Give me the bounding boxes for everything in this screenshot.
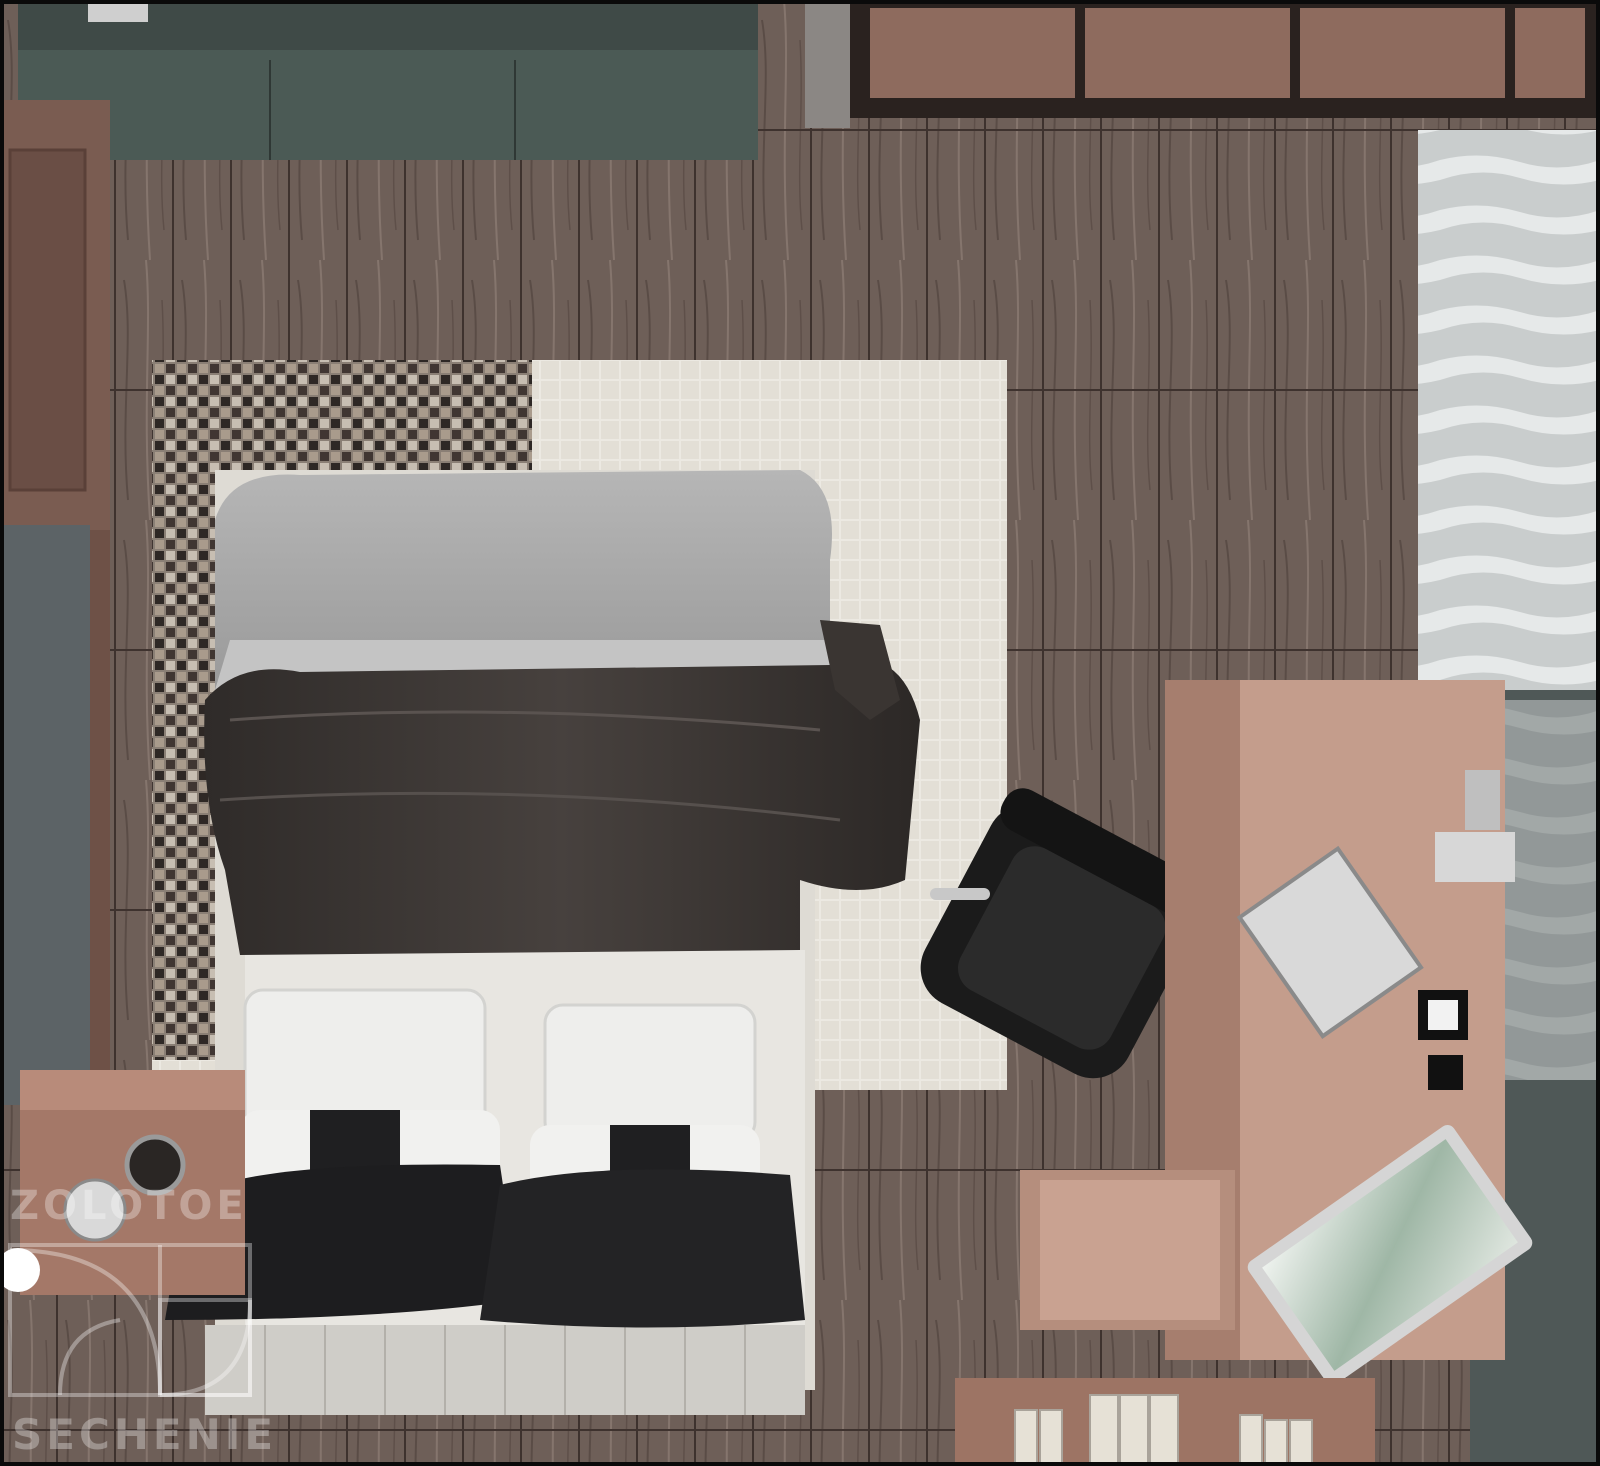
watermark-line-2: SECHENIE [12, 1410, 278, 1459]
bedroom-render [0, 0, 1600, 1466]
white-pillow-right [543, 1003, 757, 1142]
left-wall [0, 525, 90, 1105]
bedroom-scene: ZOLOTOE SECHENIE [0, 0, 1600, 1466]
watermark-line-1: ZOLOTOE [10, 1183, 248, 1229]
wall-column [805, 0, 850, 128]
pen-cup [1428, 1055, 1463, 1090]
black-pillow-right [480, 1169, 805, 1328]
book-stack [1435, 832, 1515, 882]
curtain [1418, 130, 1600, 690]
